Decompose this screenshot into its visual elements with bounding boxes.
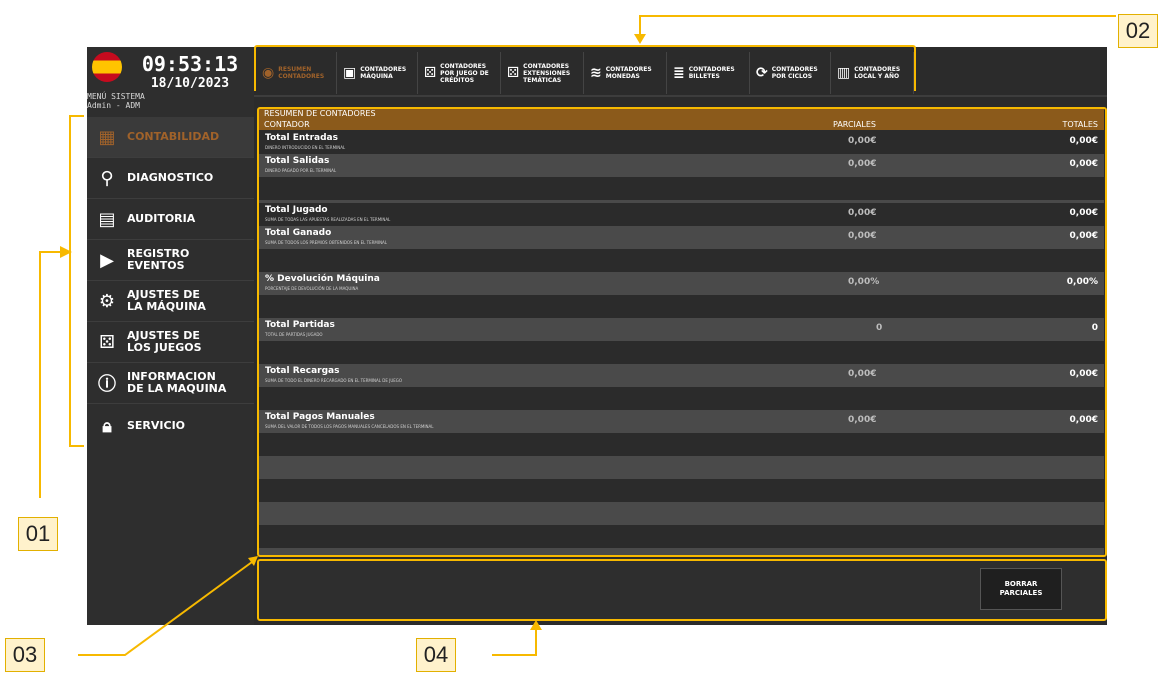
callout-01: 01 (18, 517, 58, 551)
callout-lines (39, 15, 1116, 656)
callout-03: 03 (5, 638, 45, 672)
callout-04: 04 (416, 638, 456, 672)
callout-02: 02 (1118, 14, 1158, 48)
